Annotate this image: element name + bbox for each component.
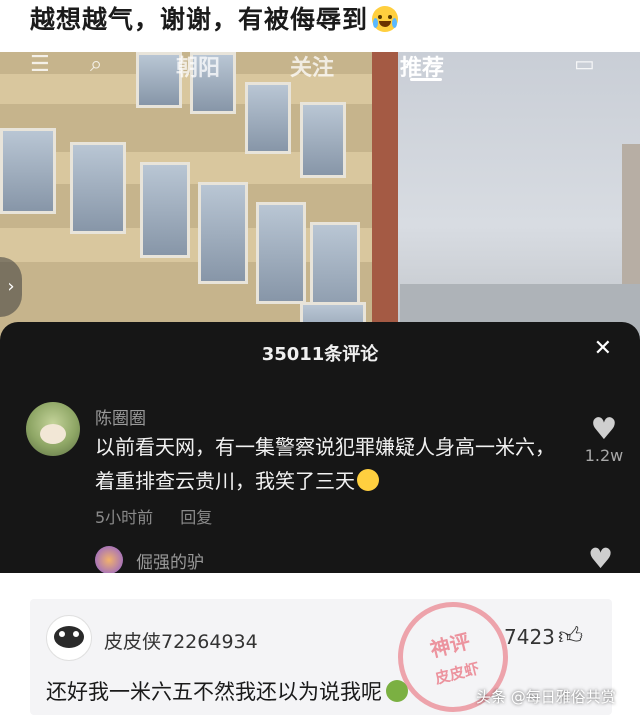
- comment-body: 还好我一米六五不然我还以为说我呢: [46, 680, 382, 704]
- menu-icon[interactable]: ☰: [30, 52, 50, 77]
- avatar[interactable]: [95, 546, 123, 573]
- avatar[interactable]: [46, 615, 92, 661]
- close-icon[interactable]: ✕: [594, 336, 612, 361]
- headline-text: 越想越气，谢谢，有被侮辱到: [30, 5, 369, 34]
- reply-button[interactable]: 回复: [180, 508, 212, 527]
- tab-chaoyang[interactable]: 朝阳: [176, 52, 220, 82]
- video-frame[interactable]: ☰ ⌕ 朝阳 关注 推荐 ▭ ›: [0, 52, 640, 342]
- like-count: 1.2w: [584, 446, 624, 465]
- sick-emoji-icon: [386, 680, 408, 702]
- post-headline: 越想越气，谢谢，有被侮辱到: [30, 0, 399, 44]
- comment-username[interactable]: 皮皮侠72264934: [104, 627, 258, 654]
- heart-icon[interactable]: ♥: [588, 542, 613, 573]
- building-image: [0, 52, 398, 342]
- like-button[interactable]: ♥ 1.2w: [582, 414, 626, 466]
- laughing-emoji-icon: [357, 469, 379, 491]
- comment-username[interactable]: 陈圈圈: [95, 404, 146, 429]
- building-pillar: [372, 52, 398, 342]
- avatar[interactable]: [26, 402, 80, 456]
- crying-laughing-emoji-icon: [372, 6, 399, 32]
- comment-count-title: 35011条评论: [261, 344, 379, 365]
- tv-icon[interactable]: ▭: [574, 52, 595, 77]
- thumbs-up-icon[interactable]: 👍︎: [558, 622, 583, 651]
- comment-username[interactable]: 倔强的驴: [136, 548, 204, 573]
- background-tower: [622, 144, 640, 284]
- comment-body: 以前看天网，有一集警察说犯罪嫌疑人身高一米六，着重排查云贵川，我笑了三天: [95, 435, 555, 493]
- comment-text: 以前看天网，有一集警察说犯罪嫌疑人身高一米六，着重排查云贵川，我笑了三天: [95, 430, 565, 498]
- tab-following[interactable]: 关注: [290, 52, 334, 82]
- video-top-bar: ☰ ⌕ 朝阳 关注 推荐 ▭: [0, 52, 640, 92]
- watermark: 头条 @每日雅俗共赏: [476, 688, 616, 706]
- comment-time: 5小时前: [95, 508, 154, 527]
- like-count: 7423: [504, 625, 555, 649]
- comment-panel: 35011条评论 ✕ 陈圈圈 以前看天网，有一集警察说犯罪嫌疑人身高一米六，着重…: [0, 322, 640, 573]
- heart-icon[interactable]: ♥: [582, 414, 626, 446]
- comment-meta: 5小时前 回复: [95, 504, 234, 528]
- active-tab-indicator: [410, 78, 442, 81]
- comment-text: 还好我一米六五不然我还以为说我呢: [46, 676, 408, 706]
- search-icon[interactable]: ⌕: [90, 52, 102, 77]
